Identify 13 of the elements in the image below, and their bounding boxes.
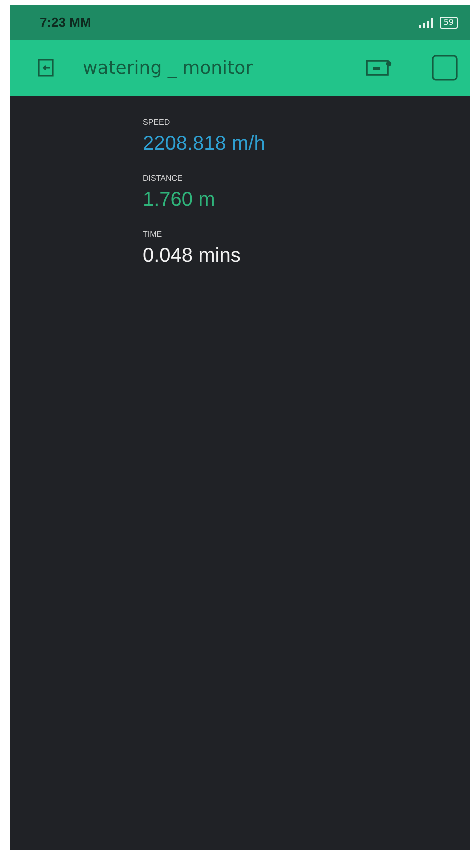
square-icon[interactable] bbox=[432, 55, 458, 81]
battery-indicator: 59 bbox=[440, 16, 458, 28]
display-label: TIME bbox=[143, 230, 162, 239]
status-time: 7:23 MM bbox=[40, 15, 92, 30]
display-value: 2208.818 m/h bbox=[143, 133, 266, 156]
display-label: SPEED bbox=[143, 118, 170, 127]
signal-icon bbox=[418, 18, 435, 28]
app-title: watering _ monitor bbox=[83, 58, 254, 78]
display-value: 1.760 m bbox=[143, 189, 216, 212]
exit-icon[interactable] bbox=[37, 58, 57, 78]
display-value: 0.048 mins bbox=[143, 245, 241, 268]
device-icon[interactable] bbox=[366, 59, 392, 77]
display-label: DISTANCE bbox=[143, 174, 183, 183]
